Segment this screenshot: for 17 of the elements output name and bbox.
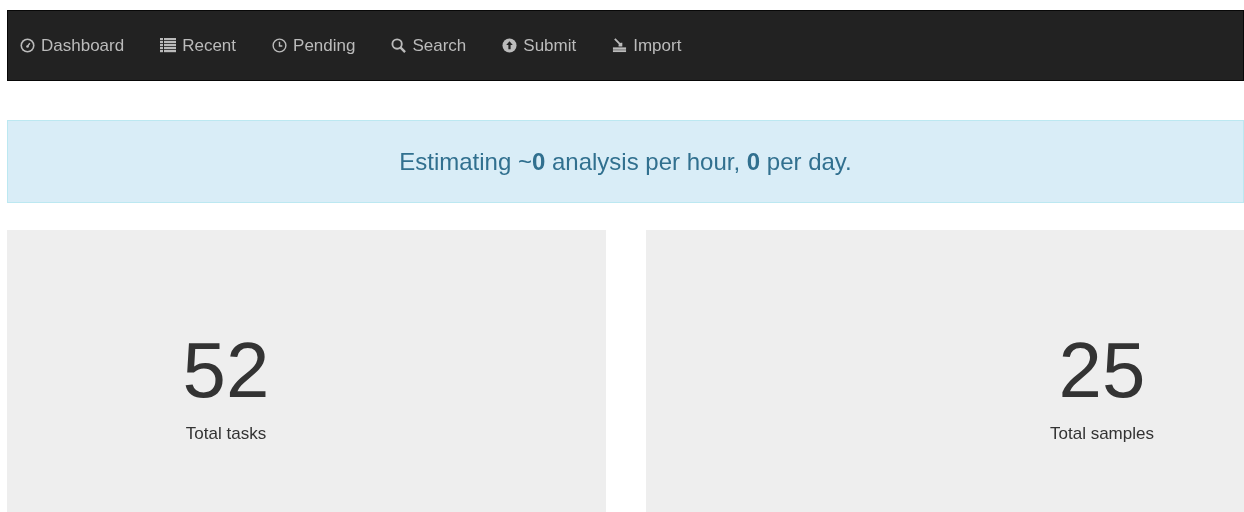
alert-message: Estimating ~0 analysis per hour, 0 per day. bbox=[399, 147, 852, 176]
clock-icon bbox=[272, 38, 288, 53]
nav-link[interactable]: Submit bbox=[502, 35, 577, 56]
import-icon bbox=[612, 38, 628, 53]
stat-label: Total samples bbox=[1049, 424, 1155, 444]
dashboard-icon bbox=[20, 38, 35, 53]
nav-link[interactable]: Search bbox=[391, 35, 467, 56]
nav-link[interactable]: Recent bbox=[160, 35, 237, 56]
list-icon bbox=[160, 38, 177, 53]
nav-link[interactable]: Import bbox=[612, 35, 682, 56]
upload-icon bbox=[502, 38, 518, 53]
search-icon bbox=[391, 38, 407, 53]
nav-link[interactable]: Pending bbox=[272, 35, 356, 56]
nav-link[interactable]: Dashboard bbox=[20, 35, 125, 56]
stat-label: Total tasks bbox=[184, 424, 268, 444]
stat-value: 25 bbox=[1057, 328, 1147, 412]
stat-value: 52 bbox=[181, 328, 271, 412]
